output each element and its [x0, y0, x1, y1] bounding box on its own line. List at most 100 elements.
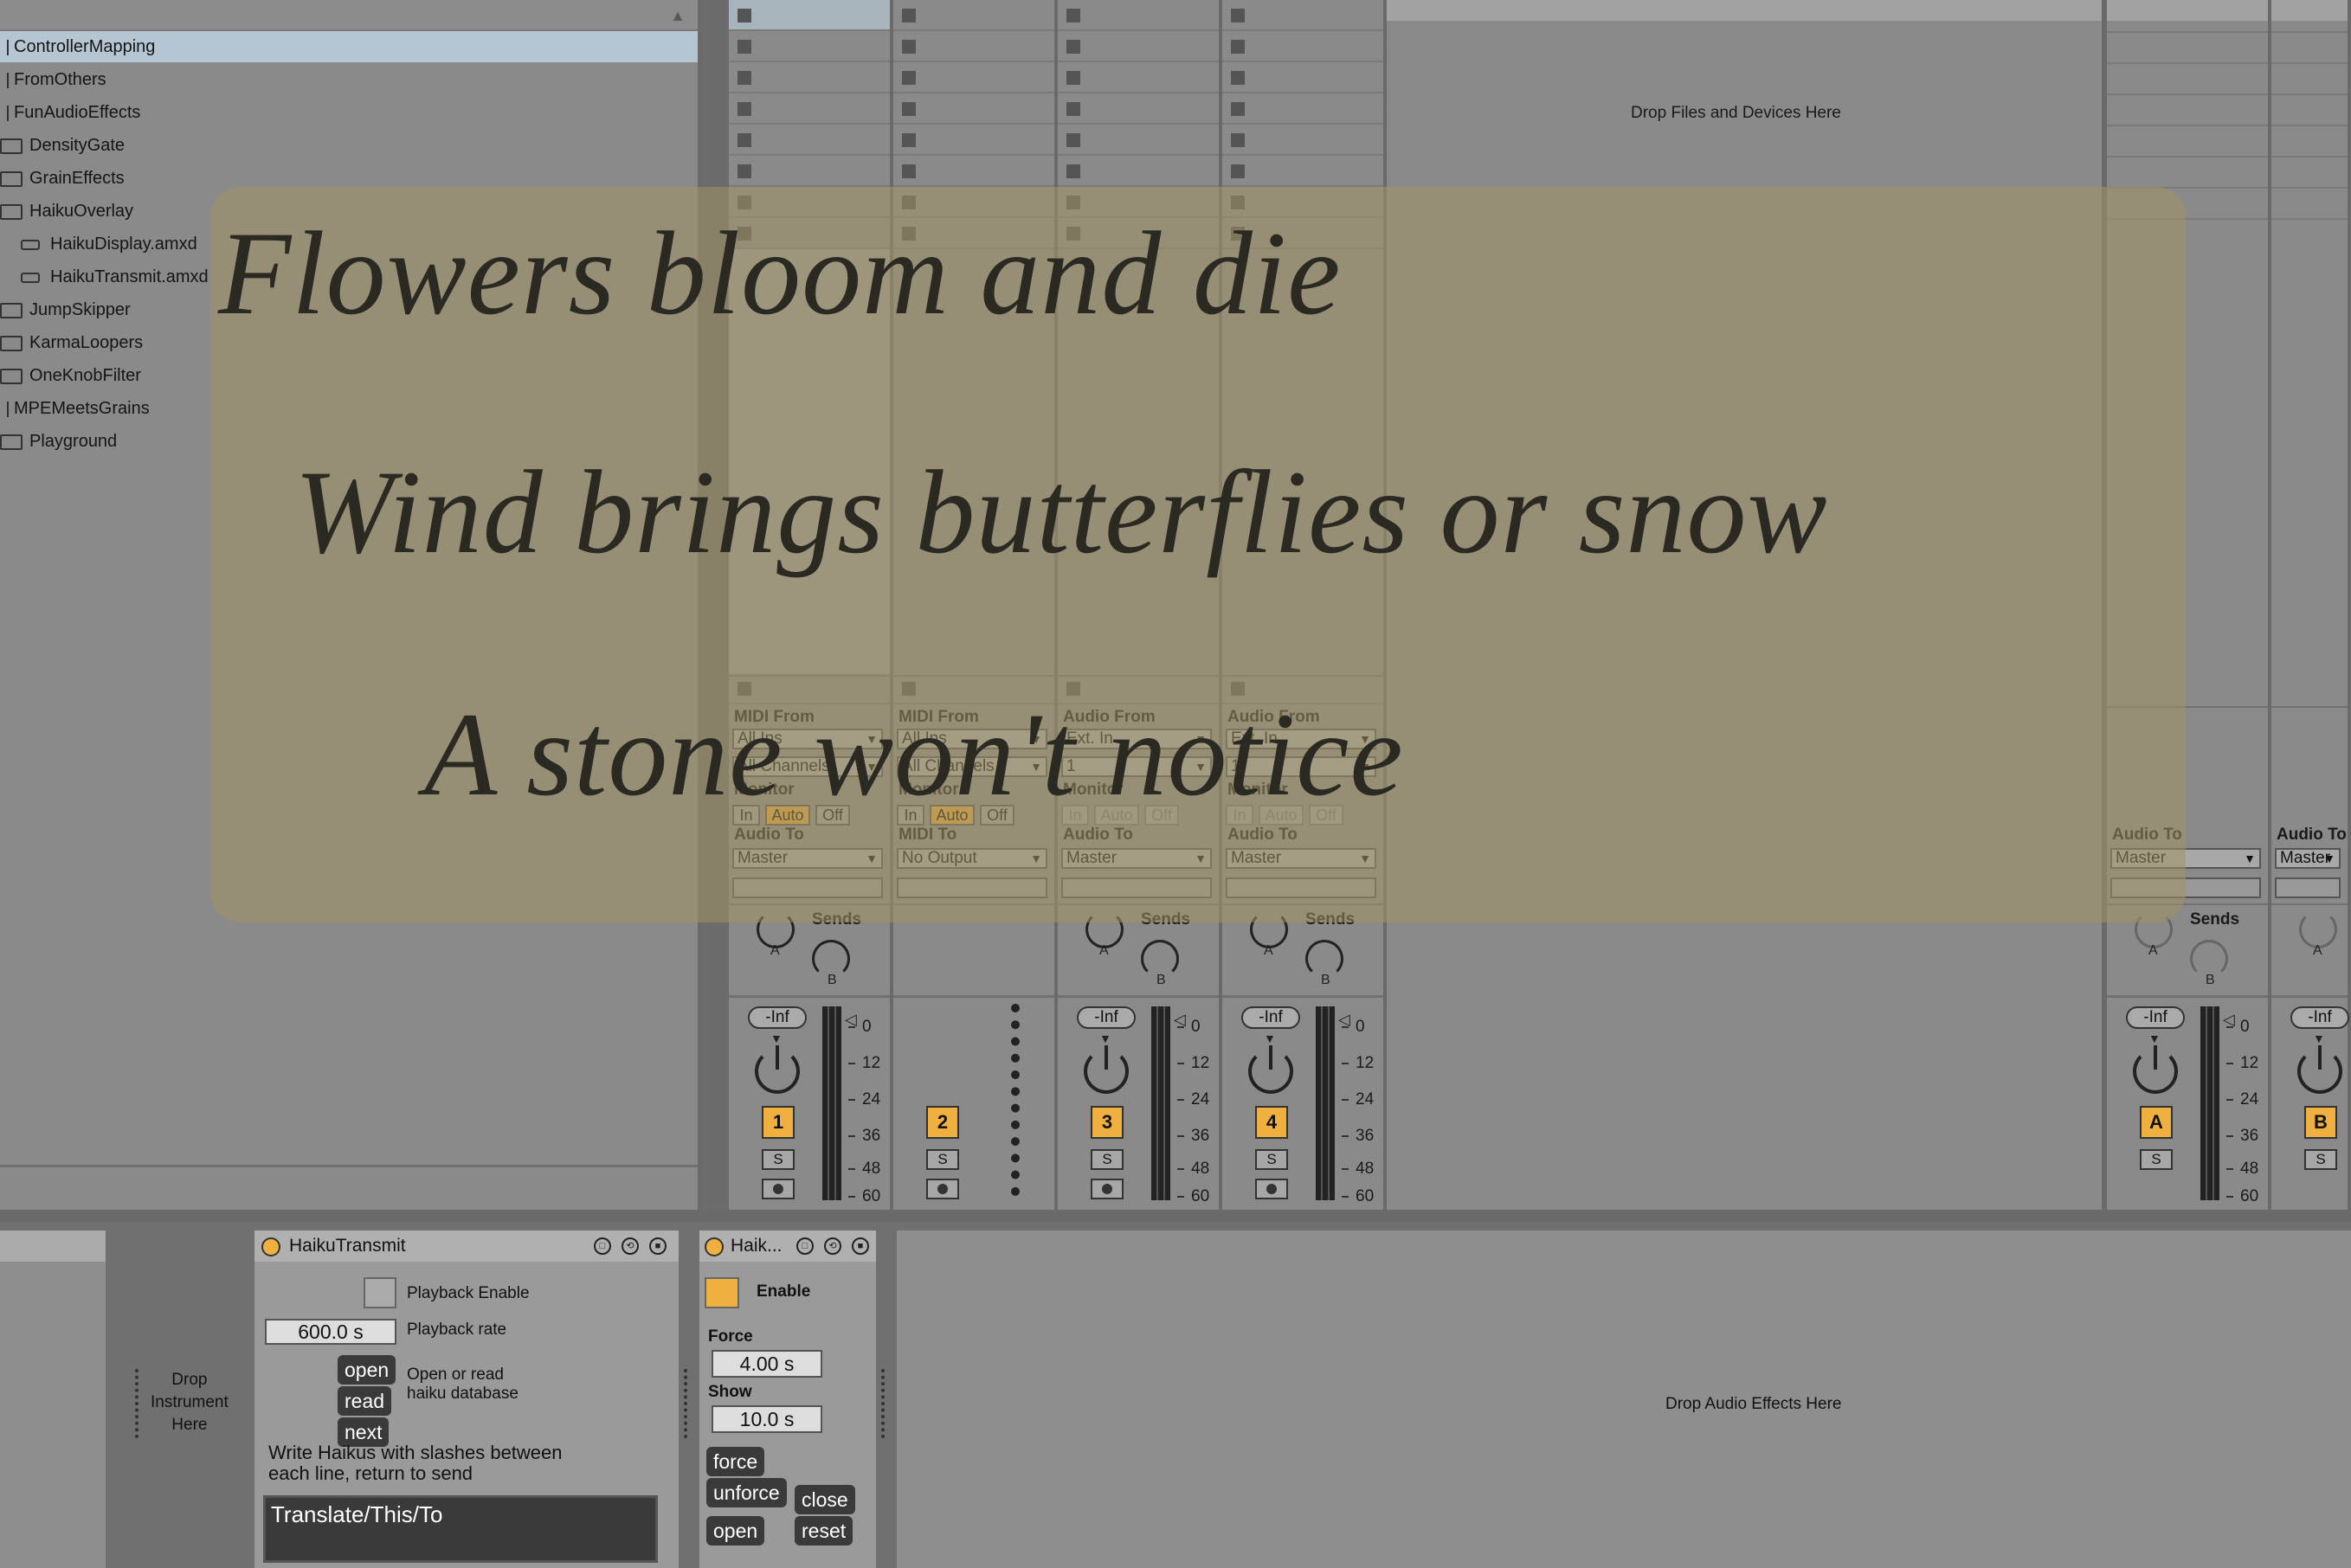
clip-stop-icon[interactable] — [1231, 9, 1245, 22]
output-target-dropdown[interactable]: Master▼ — [2275, 848, 2341, 869]
clip-slot[interactable] — [729, 31, 890, 62]
clip-slot[interactable] — [1222, 156, 1383, 187]
clip-stop-icon[interactable] — [1231, 133, 1245, 147]
open-button[interactable]: open — [706, 1516, 765, 1546]
clip-slot[interactable] — [1058, 62, 1219, 93]
read-button[interactable]: read — [338, 1386, 392, 1416]
enable-toggle[interactable] — [705, 1277, 739, 1308]
track-activator[interactable]: 1 — [762, 1106, 795, 1139]
clip-slot[interactable] — [1058, 125, 1219, 156]
clip-stop-icon[interactable] — [738, 133, 751, 147]
solo-button[interactable]: S — [762, 1149, 795, 1170]
close-button[interactable]: close — [795, 1485, 855, 1514]
volume-display[interactable]: -Inf — [1077, 1006, 1136, 1029]
clip-stop-icon[interactable] — [738, 40, 751, 54]
clip-slot[interactable] — [729, 62, 890, 93]
clip-stop-icon[interactable] — [738, 71, 751, 85]
clip-stop-icon[interactable] — [738, 9, 751, 22]
clip-slot[interactable] — [1058, 0, 1219, 31]
unforce-button[interactable]: unforce — [706, 1478, 787, 1507]
clip-slot[interactable] — [893, 156, 1054, 187]
map-icon[interactable]: □ — [594, 1237, 611, 1255]
clip-stop-icon[interactable] — [1066, 71, 1080, 85]
track-activator[interactable]: 2 — [926, 1106, 959, 1139]
track-activator[interactable]: 3 — [1091, 1106, 1124, 1139]
solo-button[interactable]: S — [926, 1149, 959, 1170]
clip-stop-icon[interactable] — [902, 164, 916, 178]
clip-stop-icon[interactable] — [1231, 71, 1245, 85]
clip-stop-icon[interactable] — [738, 164, 751, 178]
volume-display[interactable]: -Inf — [748, 1006, 807, 1029]
track-activator[interactable]: 4 — [1255, 1106, 1288, 1139]
output-channel-dropdown[interactable] — [2275, 877, 2341, 898]
clip-stop-icon[interactable] — [1066, 102, 1080, 116]
clip-slot[interactable] — [893, 0, 1054, 31]
solo-button[interactable]: S — [1255, 1149, 1288, 1170]
browser-item[interactable]: DensityGate — [0, 130, 698, 161]
clip-stop-icon[interactable] — [1066, 9, 1080, 22]
arm-button[interactable] — [1255, 1179, 1288, 1199]
map-icon[interactable]: □ — [796, 1237, 814, 1255]
drop-instrument-area[interactable]: Drop Instrument Here — [125, 1231, 254, 1568]
solo-button[interactable]: S — [2140, 1149, 2173, 1170]
clip-stop-icon[interactable] — [738, 102, 751, 116]
playback-rate-field[interactable]: 600.0 s — [265, 1319, 396, 1345]
clip-slot[interactable] — [729, 156, 890, 187]
browser-item[interactable]: ControllerMapping — [0, 31, 698, 62]
solo-button[interactable]: S — [1091, 1149, 1124, 1170]
clip-slot[interactable] — [893, 31, 1054, 62]
save-icon[interactable]: ■ — [852, 1237, 869, 1255]
clip-slot[interactable] — [1222, 31, 1383, 62]
clip-slot[interactable] — [729, 125, 890, 156]
clip-stop-icon[interactable] — [1066, 40, 1080, 54]
clip-slot[interactable] — [729, 0, 890, 31]
clip-stop-icon[interactable] — [902, 102, 916, 116]
clip-stop-icon[interactable] — [1066, 164, 1080, 178]
clip-stop-icon[interactable] — [902, 9, 916, 22]
browser-item[interactable]: FromOthers — [0, 64, 698, 95]
clip-stop-icon[interactable] — [1231, 40, 1245, 54]
clip-stop-icon[interactable] — [1231, 164, 1245, 178]
power-toggle-icon[interactable] — [261, 1237, 280, 1256]
playback-enable-toggle[interactable] — [364, 1277, 396, 1308]
clip-slot[interactable] — [1222, 0, 1383, 31]
clip-slot[interactable] — [729, 93, 890, 125]
volume-display[interactable]: -Inf — [2290, 1006, 2349, 1029]
clip-slot[interactable] — [893, 62, 1054, 93]
clip-slot[interactable] — [1222, 93, 1383, 125]
clip-stop-icon[interactable] — [902, 40, 916, 54]
solo-button[interactable]: S — [2304, 1149, 2337, 1170]
show-field[interactable]: 10.0 s — [712, 1405, 822, 1433]
clip-slot[interactable] — [1058, 156, 1219, 187]
edit-icon[interactable]: ⟲ — [622, 1237, 639, 1255]
clip-slot[interactable] — [893, 125, 1054, 156]
power-toggle-icon[interactable] — [705, 1237, 724, 1256]
drag-handle[interactable] — [135, 1369, 142, 1438]
volume-display[interactable]: -Inf — [2126, 1006, 2185, 1029]
haiku-text-entry[interactable]: Translate/This/To — [263, 1495, 658, 1563]
clip-slot[interactable] — [1058, 93, 1219, 125]
force-button[interactable]: force — [706, 1447, 765, 1476]
track-activator[interactable]: A — [2140, 1106, 2173, 1139]
clip-stop-icon[interactable] — [902, 133, 916, 147]
volume-display[interactable]: -Inf — [1241, 1006, 1300, 1029]
scroll-up-icon[interactable]: ▲ — [670, 7, 686, 25]
reset-button[interactable]: reset — [795, 1516, 853, 1546]
clip-stop-icon[interactable] — [1066, 133, 1080, 147]
clip-slot[interactable] — [893, 93, 1054, 125]
force-field[interactable]: 4.00 s — [712, 1350, 822, 1378]
open-button[interactable]: open — [338, 1355, 396, 1385]
arm-button[interactable] — [762, 1179, 795, 1199]
drag-handle[interactable] — [881, 1369, 888, 1438]
clip-slot[interactable] — [1058, 31, 1219, 62]
drop-audio-effects-area[interactable]: Drop Audio Effects Here — [897, 1231, 2351, 1568]
arm-button[interactable] — [1091, 1179, 1124, 1199]
arm-button[interactable] — [926, 1179, 959, 1199]
edit-icon[interactable]: ⟲ — [824, 1237, 841, 1255]
drag-handle[interactable] — [684, 1369, 691, 1438]
track-activator[interactable]: B — [2304, 1106, 2337, 1139]
clip-stop-icon[interactable] — [1231, 102, 1245, 116]
clip-slot[interactable] — [1222, 62, 1383, 93]
save-icon[interactable]: ■ — [649, 1237, 667, 1255]
clip-stop-icon[interactable] — [902, 71, 916, 85]
